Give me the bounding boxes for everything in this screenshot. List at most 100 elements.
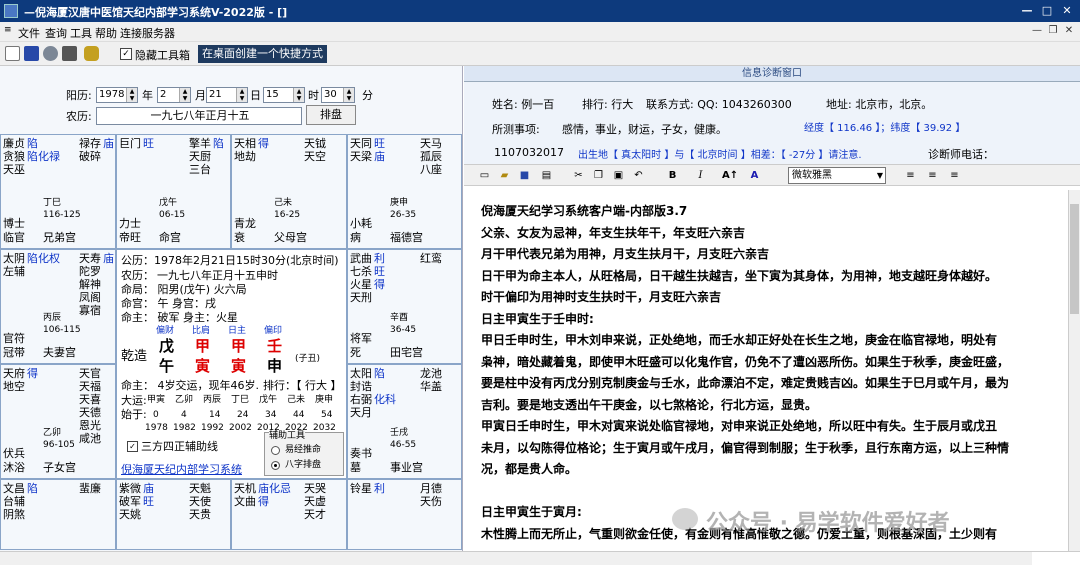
solar-date-info: 公历：1978年2月21日15时30分(北京时间) [121,254,339,267]
minor-star: 天喜 [79,393,101,406]
palace-cell[interactable]: 太阴 陷化权 左辅 天寿 陀罗 解神 凤阁 寡宿 庙丙辰 106-115 官符 冠带 夫妻宫 [0,249,116,364]
main-star: 天同 [350,137,372,150]
align-left-icon[interactable]: ≡ [904,169,917,182]
font-size-icon[interactable]: A↑ [722,169,738,182]
mdi-close-icon[interactable]: ✕ [1062,24,1076,38]
year-input[interactable]: 1978 ▲ ▼ [96,87,138,103]
vertical-scrollbar[interactable] [1068,190,1080,551]
yijing-radio[interactable] [271,446,280,455]
palace-stem-branch: 己未 [274,198,293,208]
menu-help[interactable]: 帮助 [95,25,117,41]
new-file-icon[interactable] [5,46,20,61]
undo-icon[interactable]: ↶ [632,169,645,182]
mdi-minimize-icon[interactable]: — [1030,24,1044,38]
palace-god: 小耗 [350,217,372,230]
save-icon[interactable] [24,46,39,61]
print-icon[interactable] [62,46,77,61]
new-doc-icon[interactable]: ▭ [478,169,491,182]
minor-star: 天德 [79,406,101,419]
palace-cell[interactable]: 太阳陷封诰 右弼 化科 天月 龙池 华盖 壬戌 46-55 奏书墓 事业宫 [347,364,462,479]
palace-cell[interactable]: 天机 庙化忌 文曲得 天哭 天虚 天才 [231,479,347,550]
bold-icon[interactable]: B [666,169,679,182]
menu-tools[interactable]: 工具 [70,25,92,41]
palace-cell[interactable]: 天相得地劫 天钺 天空 己未 16-25 青龙衰 父母宫 [231,134,347,249]
palace-cell[interactable]: 巨门旺 擎羊 天厨 三台陷戊午 06-15 力士 帝旺 命宫 [116,134,231,249]
palace-range: 46-55 [390,440,417,450]
search-icon[interactable] [43,46,58,61]
aux-line-checkbox[interactable]: ✓ [127,441,138,452]
star-brightness: 庙 [143,482,154,495]
cut-icon[interactable]: ✂ [572,169,585,182]
menu-system-icon[interactable]: ≡ [4,25,12,35]
document-line: 况，都是贵人命。 [481,462,578,476]
palace-stem-branch: 壬戌 [390,428,409,438]
hour-input[interactable]: 15 ▲ ▼ [263,87,305,103]
star-brightness: 陷化禄 [27,150,60,163]
palace-range: 96-105 [43,440,75,450]
italic-icon[interactable]: I [694,169,707,182]
close-button[interactable]: ✕ [1058,3,1076,18]
menu-connect-server[interactable]: 连接服务器 [120,25,175,41]
palace-cell[interactable]: 武曲利七杀旺火星得天刑 红鸾 辛酉 36-45 将军死 田宅宫 [347,249,462,364]
day-input[interactable]: 21 ▲ ▼ [206,87,248,103]
hide-toolbox-checkbox[interactable]: ✓ [120,48,132,60]
minor-star: 月德 [420,482,442,495]
diagnosis-document[interactable]: 倪海厦天纪学习系统客户端-内部版3.7 父亲、女友为忌神，年支生扶年干，年支旺六亲… [464,190,1068,551]
tools-icon[interactable] [84,46,99,61]
palace-state: 帝旺 [119,231,141,244]
arrange-button[interactable]: 排盘 [306,105,356,125]
document-line: 要是柱中没有丙戊分别克制庚金与壬水，此命漂泊不定，难定贵贱吉凶。如果生于巳月或午… [481,376,1010,390]
main-star: 武曲 [350,252,372,265]
print-doc-icon[interactable]: ▤ [540,169,553,182]
menu-bar: ≡ 文件 查询 工具 帮助 连接服务器 — ❐ ✕ [0,22,1080,42]
month-input[interactable]: 2 ▲ ▼ [157,87,191,103]
client-info: 姓名: 例一百 排行: 行大 联系方式: QQ: 1043260300 地址: … [464,82,1080,174]
bazi-radio[interactable] [271,461,280,470]
palace-name: 兄弟宫 [43,231,76,244]
client-address: 地址: 北京市，北京。 [826,98,933,111]
scrollbar-thumb[interactable] [1070,204,1079,314]
align-center-icon[interactable]: ≡ [926,169,939,182]
minute-input[interactable]: 30 ▲ ▼ [321,87,355,103]
align-right-icon[interactable]: ≡ [948,169,961,182]
palace-name: 福德宫 [390,231,423,244]
menu-file[interactable]: 文件 [18,25,40,41]
open-folder-icon[interactable]: ▰ [498,169,511,182]
dayun-pillar: 庚申 [315,395,334,405]
copy-icon[interactable]: ❐ [592,169,605,182]
palace-cell[interactable]: 廉贞陷贪狼 陷化禄 天巫 禄存 破碎庙丁巳 116-125 博士 临官 兄弟宫 [0,134,116,249]
palace-cell[interactable]: 天府得地空 天官 天福 天喜 天德 恩光 咸池 乙卯 96-105 伏兵 沐浴 子女宫 [0,364,116,479]
palace-cell[interactable]: 铃星利 月德 天伤 [347,479,462,550]
main-star: 天月 [350,406,372,419]
system-link[interactable]: 倪海厦天纪内部学习系统 [121,463,242,476]
create-shortcut-button[interactable]: 在桌面创建一个快捷方式 [198,45,327,63]
palace-range: 26-35 [390,210,417,220]
font-select[interactable]: 微软雅黑 ▼ [788,167,886,184]
mdi-restore-icon[interactable]: ❐ [1046,24,1060,38]
dayun-age: 14 [209,410,221,420]
minor-tag: 庙 [103,252,114,265]
palace-stem-branch: 庚申 [390,198,409,208]
save-doc-icon[interactable]: ■ [518,169,531,182]
menu-query[interactable]: 查询 [45,25,67,41]
earthly-branch: 寅 [195,357,211,375]
dayun-age: 24 [237,410,249,420]
font-color-icon[interactable]: A [748,169,761,182]
minor-star: 龙池 [420,367,442,380]
main-star: 太阴 [3,252,25,265]
minor-star: 寡宿 [79,304,101,317]
star-brightness: 化科 [374,393,396,406]
maximize-button[interactable]: □ [1038,3,1056,18]
palace-cell[interactable]: 紫微庙破军旺天姚 天魁 天使 天贵 [116,479,231,550]
minimize-button[interactable]: — [1018,3,1036,18]
zi-han: (子丑) [295,354,321,364]
minor-star: 华盖 [420,380,442,393]
palace-cell[interactable]: 天同旺天梁庙 天马 孤辰 八座 庚申 26-35 小耗病 福德宫 [347,134,462,249]
main-star: 天巫 [3,163,25,176]
paste-icon[interactable]: ▣ [612,169,625,182]
palace-state: 衰 [234,231,245,244]
app-icon [4,4,18,18]
minor-star: 天钺 [304,137,326,150]
palace-cell[interactable]: 文昌陷台辅 阴煞 蜚廉 [0,479,116,550]
diagnosis-pane: 信息诊断窗口 姓名: 例一百 排行: 行大 联系方式: QQ: 10432603… [464,66,1080,551]
